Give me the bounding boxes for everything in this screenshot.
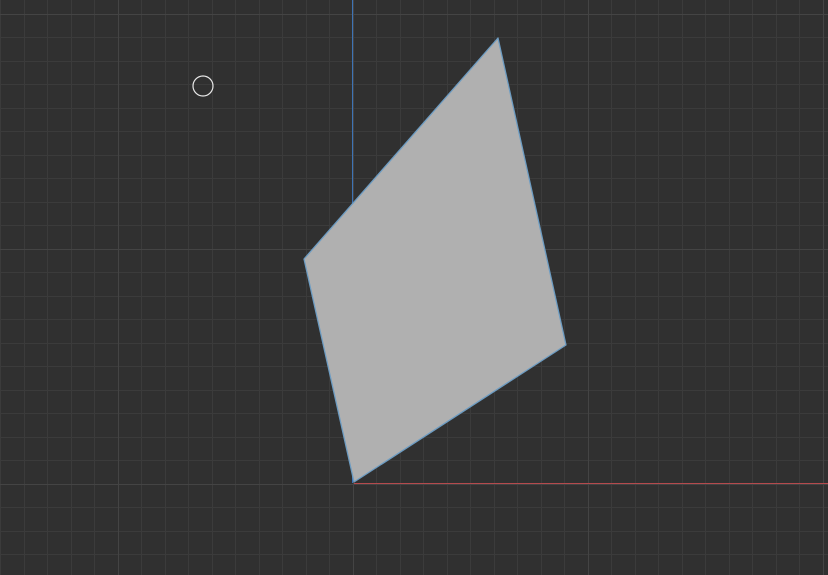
3d-cursor-icon[interactable] — [192, 75, 214, 97]
3d-viewport[interactable] — [0, 0, 828, 575]
viewport-canvas[interactable] — [0, 0, 828, 575]
plane-face[interactable] — [303, 37, 567, 483]
